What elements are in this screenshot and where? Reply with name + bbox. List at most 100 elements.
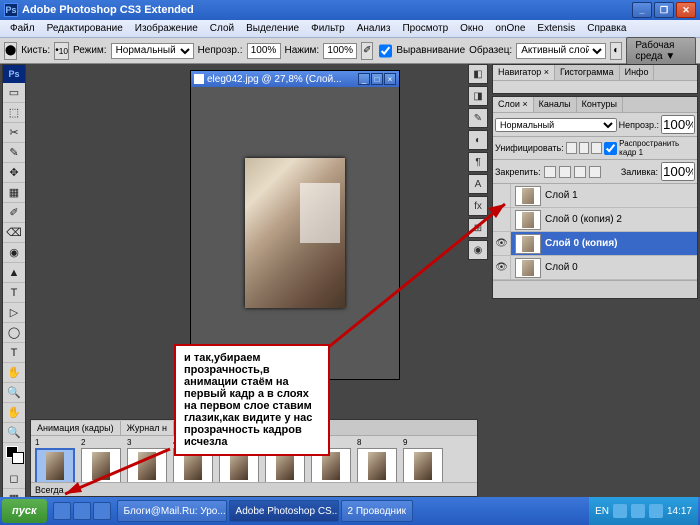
workspace-button[interactable]: Рабочая среда ▼ (626, 37, 696, 65)
sample-ignore-icon[interactable]: ◐ (610, 42, 622, 60)
clock[interactable]: 14:17 (667, 506, 692, 517)
loop-select[interactable]: Всегда (35, 485, 64, 495)
menu-select[interactable]: Выделение (240, 21, 305, 36)
tab-histogram[interactable]: Гистограмма (555, 65, 620, 80)
quickmask-tool[interactable]: ◻ (3, 469, 25, 489)
menu-view[interactable]: Просмотр (396, 21, 454, 36)
menu-edit[interactable]: Редактирование (41, 21, 129, 36)
slice-tool[interactable]: ▦ (3, 183, 25, 203)
menu-analysis[interactable]: Анализ (351, 21, 397, 36)
doc-close-button[interactable]: × (384, 73, 396, 85)
blur-tool[interactable]: ▷ (3, 303, 25, 323)
type-tool[interactable]: T (3, 343, 25, 363)
propagate-checkbox[interactable] (604, 142, 617, 155)
minimize-button[interactable]: _ (632, 2, 652, 18)
menu-extensis[interactable]: Extensis (531, 21, 581, 36)
document-titlebar[interactable]: eleg042.jpg @ 27,8% (Слой... _ □ × (191, 71, 399, 87)
quicklaunch-1[interactable] (53, 502, 71, 520)
lasso-tool[interactable]: ✂ (3, 123, 25, 143)
maximize-button[interactable]: ❐ (654, 2, 674, 18)
unify-pos-icon[interactable] (566, 142, 577, 154)
menu-layer[interactable]: Слой (204, 21, 240, 36)
unify-style-icon[interactable] (591, 142, 602, 154)
tab-paths[interactable]: Контуры (577, 97, 623, 112)
opacity-input[interactable] (247, 43, 281, 59)
path-tool[interactable]: ✋ (3, 363, 25, 383)
taskbar-item-2[interactable]: Adobe Photoshop CS... (229, 500, 339, 522)
brush-preview[interactable]: •10 (54, 42, 69, 60)
layer-row[interactable]: 👁Слой 0 (493, 256, 697, 280)
unify-vis-icon[interactable] (579, 142, 590, 154)
color-swatch[interactable] (3, 443, 25, 469)
taskbar-item-1[interactable]: Блоги@Mail.Ru: Уро... (117, 500, 227, 522)
visibility-icon[interactable] (493, 184, 511, 207)
tab-animation[interactable]: Анимация (кадры) (31, 421, 121, 435)
lock-trans-icon[interactable] (544, 166, 556, 178)
layer-opacity-input[interactable] (661, 115, 695, 134)
quicklaunch-3[interactable] (93, 502, 111, 520)
tray-icon-2[interactable] (631, 504, 645, 518)
panel-btn-1[interactable]: ◧ (468, 64, 488, 84)
menu-help[interactable]: Справка (581, 21, 632, 36)
visibility-icon[interactable] (493, 208, 511, 231)
crop-tool[interactable]: ✥ (3, 163, 25, 183)
layer-row[interactable]: Слой 1 (493, 184, 697, 208)
menu-filter[interactable]: Фильтр (305, 21, 351, 36)
lock-pos-icon[interactable] (574, 166, 586, 178)
heal-tool[interactable]: ✐ (3, 203, 25, 223)
taskbar-item-3[interactable]: 2 Проводник (341, 500, 414, 522)
menu-image[interactable]: Изображение (129, 21, 204, 36)
flow-input[interactable] (323, 43, 357, 59)
panel-btn-3[interactable]: ✎ (468, 108, 488, 128)
tab-layers[interactable]: Слои × (493, 97, 534, 112)
doc-minimize-button[interactable]: _ (358, 73, 370, 85)
tray-icon-1[interactable] (613, 504, 627, 518)
dodge-tool[interactable]: ◯ (3, 323, 25, 343)
panel-btn-2[interactable]: ◨ (468, 86, 488, 106)
fill-input[interactable] (661, 162, 695, 181)
zoom-tool[interactable]: 🔍 (3, 423, 25, 443)
panel-btn-7[interactable]: fx (468, 196, 488, 216)
menu-file[interactable]: Файл (4, 21, 41, 36)
stamp-tool[interactable]: ◉ (3, 243, 25, 263)
panel-btn-4[interactable]: ◐ (468, 130, 488, 150)
visibility-icon[interactable]: 👁 (493, 256, 511, 279)
shape-tool[interactable]: 🔍 (3, 383, 25, 403)
layer-row[interactable]: Слой 0 (копия) 2 (493, 208, 697, 232)
ps-logo-icon[interactable]: Ps (3, 65, 25, 83)
panel-btn-5[interactable]: ¶ (468, 152, 488, 172)
canvas[interactable] (191, 87, 399, 379)
airbrush-icon[interactable]: ✐ (361, 42, 373, 60)
panel-btn-8[interactable]: ⊞ (468, 218, 488, 238)
hand-tool[interactable]: ✋ (3, 403, 25, 423)
quicklaunch-2[interactable] (73, 502, 91, 520)
wand-tool[interactable]: ✎ (3, 143, 25, 163)
eraser-tool[interactable]: ▲ (3, 263, 25, 283)
tab-history[interactable]: Журнал н (121, 421, 174, 435)
marquee-tool[interactable]: ⬚ (3, 103, 25, 123)
tab-navigator[interactable]: Навигатор × (493, 65, 555, 80)
layer-row[interactable]: 👁Слой 0 (копия) (493, 232, 697, 256)
tab-info[interactable]: Инфо (620, 65, 655, 80)
brush-tool[interactable]: ⌫ (3, 223, 25, 243)
layer-blend-select[interactable]: Нормальный (495, 118, 617, 132)
aligned-checkbox[interactable] (379, 43, 392, 59)
blend-mode-select[interactable]: Нормальный (111, 43, 194, 59)
lang-indicator[interactable]: EN (595, 506, 609, 517)
panel-btn-6[interactable]: A (468, 174, 488, 194)
sample-select[interactable]: Активный слой (516, 43, 606, 59)
lock-pixels-icon[interactable] (559, 166, 571, 178)
panel-btn-9[interactable]: ◉ (468, 240, 488, 260)
move-tool[interactable]: ▭ (3, 83, 25, 103)
menu-window[interactable]: Окно (454, 21, 489, 36)
visibility-icon[interactable]: 👁 (493, 232, 511, 255)
tool-preset-icon[interactable]: ⬤ (4, 42, 17, 60)
tab-channels[interactable]: Каналы (534, 97, 577, 112)
lock-all-icon[interactable] (589, 166, 601, 178)
menu-onone[interactable]: onOne (489, 21, 531, 36)
doc-maximize-button[interactable]: □ (371, 73, 383, 85)
start-button[interactable]: пуск (2, 499, 47, 523)
close-button[interactable]: ✕ (676, 2, 696, 18)
gradient-tool[interactable]: T (3, 283, 25, 303)
tray-icon-3[interactable] (649, 504, 663, 518)
